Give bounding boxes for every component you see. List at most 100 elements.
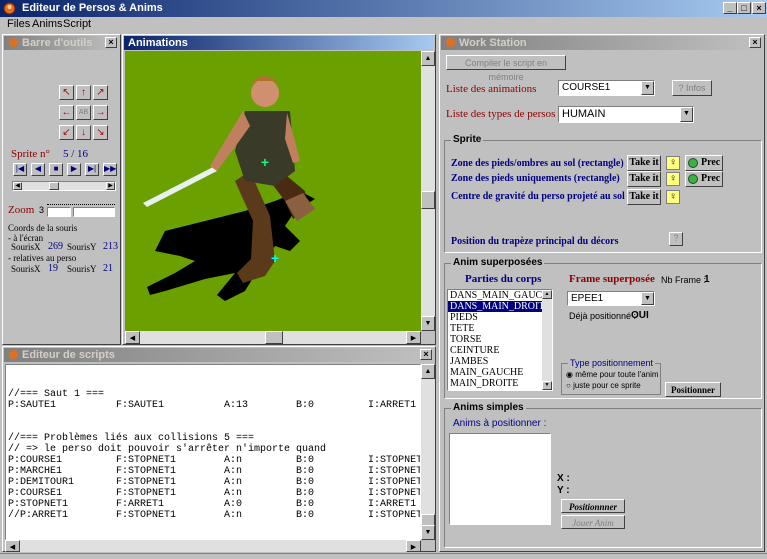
- script-line: P:STOPNET1 F:ARRET1 A:0 B:0 I:ARRET1: [8, 499, 417, 510]
- toolbox-title: Barre d'outils ×: [4, 36, 119, 50]
- status-strip: [0, 553, 767, 559]
- zoom-slider-track[interactable]: [47, 207, 71, 217]
- arrow-down-right-button[interactable]: ↘: [93, 125, 108, 140]
- bulb-icon-2[interactable]: ♀: [666, 172, 680, 186]
- script-scroll-left[interactable]: ◀: [5, 540, 20, 552]
- zone-pieds-label: Zone des pieds uniquements (rectangle): [451, 173, 620, 184]
- menu-files[interactable]: Files: [7, 18, 30, 30]
- workstation-title: Work Station ×: [441, 36, 763, 50]
- green-dot-icon: [688, 174, 698, 184]
- play-button[interactable]: ▶: [67, 163, 81, 176]
- screen-y-value: 213: [103, 241, 118, 252]
- radio-same[interactable]: ◉ même pour toute l'anim: [566, 370, 660, 379]
- types-dropdown-icon[interactable]: ▼: [680, 107, 693, 122]
- scroll-thumb[interactable]: [49, 182, 59, 190]
- arrow-down-left-button[interactable]: ↙: [59, 125, 74, 140]
- anim-list-combo[interactable]: COURSE1 ▼: [558, 80, 655, 96]
- jouer-anim-button[interactable]: Jouer Anim: [561, 515, 625, 529]
- workstation-close-button[interactable]: ×: [749, 37, 761, 48]
- first-frame-button[interactable]: |◀: [13, 163, 27, 176]
- parties-scroll-down[interactable]: ▼: [542, 381, 552, 390]
- next-frame-button[interactable]: ▶|: [85, 163, 99, 176]
- coords-label: Coords de la souris: [8, 223, 78, 233]
- parties-list-item[interactable]: DANS_MAIN_DROITE: [448, 301, 552, 312]
- toolbox-close-button[interactable]: ×: [105, 37, 117, 48]
- anim-scroll-down[interactable]: ▼: [421, 316, 435, 331]
- anim-scroll-left[interactable]: ◀: [125, 331, 140, 344]
- trapeze-button[interactable]: ?: [669, 232, 683, 246]
- parties-list-item[interactable]: DANS_MAIN_GAUCHE: [448, 290, 552, 301]
- infos-button[interactable]: ? Infos: [672, 80, 712, 96]
- take-it-button-1[interactable]: Take it: [627, 155, 661, 171]
- parties-list-item[interactable]: JAMBES: [448, 356, 552, 367]
- parties-list-item[interactable]: TETE: [448, 323, 552, 334]
- script-editor-title: Editeur de scripts ×: [4, 348, 434, 362]
- bulb-icon-3[interactable]: ♀: [666, 190, 680, 204]
- script-editor-close-button[interactable]: ×: [420, 349, 432, 360]
- center-marker-body: +: [261, 154, 269, 170]
- deja-value: OUI: [631, 310, 649, 321]
- script-text-area[interactable]: //=== Saut 1 === P:SAUTE1 F:SAUTE1 A:13 B…: [5, 364, 421, 540]
- prec-button-1[interactable]: Prec: [685, 155, 723, 171]
- parties-scroll-up[interactable]: ▲: [542, 290, 552, 299]
- sprite-scrollbar[interactable]: ◀ ▶: [12, 181, 116, 191]
- minimize-button[interactable]: _: [723, 2, 737, 14]
- bulb-icon-1[interactable]: ♀: [666, 156, 680, 170]
- anim-hscroll-thumb[interactable]: [265, 331, 283, 344]
- arrow-left-button[interactable]: ←: [59, 105, 74, 120]
- anim-scroll-right[interactable]: ▶: [406, 331, 421, 344]
- frame-dropdown-icon[interactable]: ▼: [641, 292, 654, 305]
- arrow-right-button[interactable]: →: [93, 105, 108, 120]
- parties-list-item[interactable]: CEINTURE: [448, 345, 552, 356]
- compile-script-button[interactable]: Compiler le script en mémoire: [446, 55, 566, 82]
- scroll-left-button[interactable]: ◀: [13, 182, 22, 190]
- script-scroll-up[interactable]: ▲: [421, 364, 435, 379]
- script-scroll-down[interactable]: ▼: [421, 525, 435, 540]
- radio-sprite[interactable]: ○ juste pour ce sprite: [566, 381, 641, 390]
- stop-button[interactable]: ■: [49, 163, 63, 176]
- positionner-button[interactable]: Positionner: [665, 382, 721, 397]
- script-scroll-right[interactable]: ▶: [406, 540, 421, 552]
- animations-title: Animations: [124, 36, 434, 50]
- arrow-up-left-button[interactable]: ↖: [59, 85, 74, 100]
- frame-combo[interactable]: EPEE1 ▼: [567, 291, 655, 306]
- maximize-button[interactable]: □: [737, 2, 751, 14]
- parties-list-item[interactable]: TORSE: [448, 334, 552, 345]
- take-it-button-2[interactable]: Take it: [627, 171, 661, 187]
- animations-vscroll[interactable]: ▲ ▼: [421, 51, 435, 331]
- arrow-down-button[interactable]: ↓: [76, 125, 91, 140]
- positionnner-button[interactable]: Positionnner: [561, 499, 625, 513]
- type-pos-label: Type positionnement: [568, 358, 656, 368]
- arrow-up-button[interactable]: ↑: [76, 85, 91, 100]
- menu-anims[interactable]: Anims: [32, 18, 63, 30]
- menu-script[interactable]: Script: [63, 18, 91, 30]
- parties-list-item[interactable]: MAIN_GAUCHE: [448, 367, 552, 378]
- zoom-slider-track-right[interactable]: [73, 207, 115, 217]
- toolbox-pane: Barre d'outils × ↖ ↑ ↗ ← AB → ↙ ↓ ↘ Spri…: [2, 34, 121, 345]
- anims-list[interactable]: [449, 433, 551, 525]
- green-dot-icon: [688, 158, 698, 168]
- parties-scroll[interactable]: ▲ ▼: [542, 290, 552, 390]
- anim-scroll-up[interactable]: ▲: [421, 51, 435, 66]
- anim-list-dropdown-icon[interactable]: ▼: [641, 81, 654, 95]
- close-button[interactable]: ×: [752, 2, 766, 14]
- parties-list-item[interactable]: MAIN_DROITE: [448, 378, 552, 389]
- anim-vscroll-thumb[interactable]: [421, 191, 435, 209]
- arrow-up-right-button[interactable]: ↗: [93, 85, 108, 100]
- app-icon: [3, 2, 16, 15]
- scroll-right-button[interactable]: ▶: [106, 182, 115, 190]
- animations-hscroll[interactable]: ◀ ▶: [125, 331, 421, 344]
- script-vscroll[interactable]: ▲ ▼: [421, 364, 435, 540]
- last-frame-button[interactable]: ▶▶: [103, 163, 117, 176]
- arrow-center-button[interactable]: AB: [76, 105, 91, 120]
- screen-x-value: 269: [48, 241, 63, 252]
- animation-canvas[interactable]: + +: [125, 51, 421, 331]
- prec-button-2[interactable]: Prec: [685, 171, 723, 187]
- parties-list[interactable]: DANS_MAIN_GAUCHE DANS_MAIN_DROITE PIEDS TET…: [447, 289, 553, 391]
- types-combo[interactable]: HUMAIN ▼: [558, 106, 694, 123]
- prev-frame-button[interactable]: ◀: [31, 163, 45, 176]
- parties-list-item[interactable]: PIEDS: [448, 312, 552, 323]
- take-it-button-3[interactable]: Take it: [627, 189, 661, 205]
- script-hscroll[interactable]: ◀ ▶: [5, 540, 421, 552]
- anim-super-label: Anim superposées: [451, 257, 545, 268]
